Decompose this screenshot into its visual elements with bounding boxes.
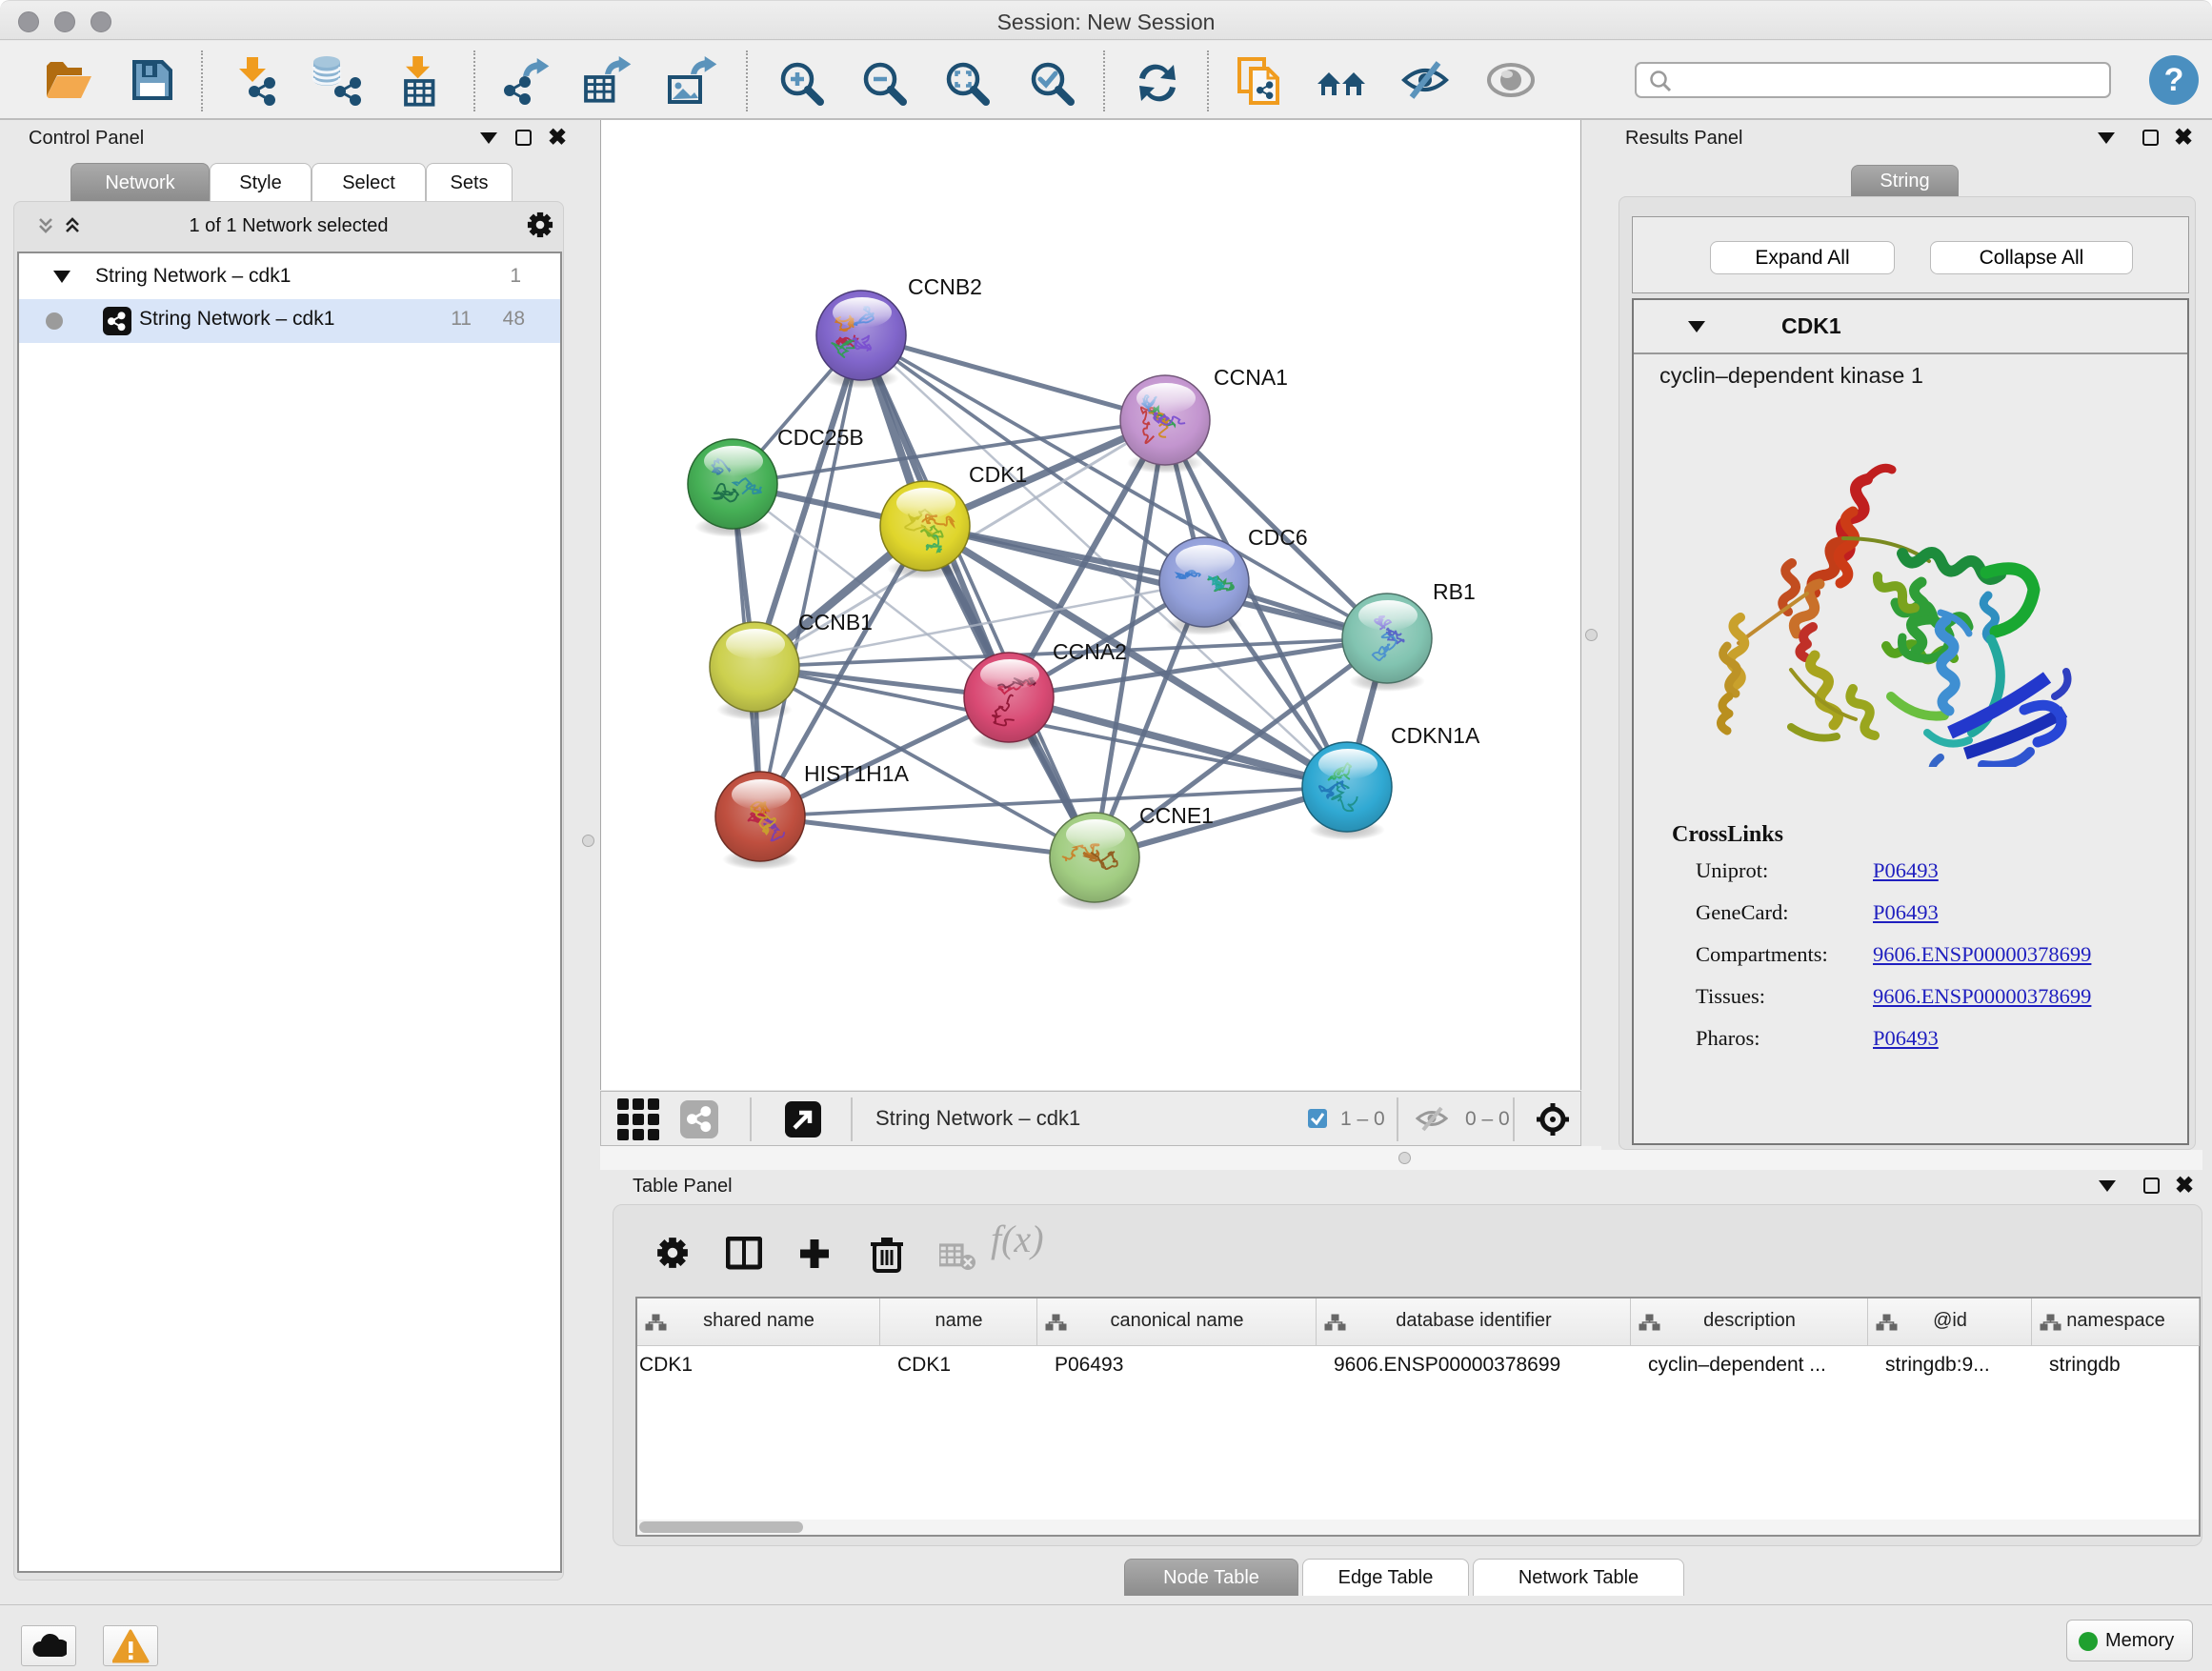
svg-text:CDK1: CDK1 — [969, 462, 1027, 487]
svg-text:CDC6: CDC6 — [1248, 525, 1308, 550]
svg-text:CCNB2: CCNB2 — [908, 274, 982, 299]
svg-text:CCNB1: CCNB1 — [798, 610, 873, 634]
svg-text:HIST1H1A: HIST1H1A — [804, 761, 910, 786]
svg-text:CCNE1: CCNE1 — [1139, 803, 1214, 828]
svg-text:CCNA2: CCNA2 — [1053, 639, 1127, 664]
svg-text:?: ? — [2164, 62, 2184, 98]
svg-text:CDKN1A: CDKN1A — [1391, 723, 1480, 748]
svg-text:RB1: RB1 — [1433, 579, 1476, 604]
svg-text:CDC25B: CDC25B — [777, 425, 864, 450]
svg-text:CCNA1: CCNA1 — [1214, 365, 1288, 390]
